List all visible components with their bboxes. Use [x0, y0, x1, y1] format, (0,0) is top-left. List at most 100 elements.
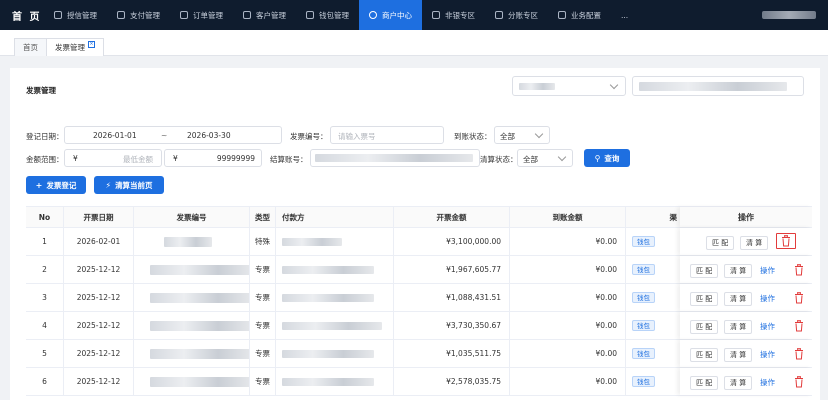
- redacted-value: [282, 294, 374, 302]
- table-row[interactable]: 1 2026-02-01 特殊 ¥3,100,000.00 ¥0.00 钱包 匹 配清 算: [26, 228, 812, 256]
- row-operations: 匹 配清 算: [680, 228, 812, 255]
- table-row[interactable]: 5 2025-12-12 专票 ¥1,035,511.75 ¥0.00 钱包 匹 配清 算操…: [26, 340, 812, 368]
- settlement-account-input[interactable]: [310, 149, 480, 167]
- max-amount-input[interactable]: ¥ 99999999: [164, 149, 262, 167]
- wallet-icon: [306, 11, 314, 19]
- reg-date-label: 登记日期：: [26, 132, 64, 141]
- operate-link[interactable]: 操作: [760, 377, 775, 388]
- redacted-value: [315, 154, 473, 162]
- query-button[interactable]: ⚲ 查询: [584, 149, 630, 167]
- date-end[interactable]: 2026-03-30: [187, 131, 231, 140]
- redacted-value: [150, 293, 249, 303]
- delete-button[interactable]: [794, 348, 804, 360]
- nav-item-customers[interactable]: 客户管理: [233, 0, 296, 30]
- cell-payer: [276, 368, 394, 395]
- nav-item-more[interactable]: ...: [611, 0, 638, 30]
- cell-no: 4: [26, 312, 64, 339]
- table-row[interactable]: 4 2025-12-12 专票 ¥3,730,350.67 ¥0.00 钱包 匹 配清 算操…: [26, 312, 812, 340]
- merchant-name-field[interactable]: [632, 76, 804, 96]
- plus-icon: +: [35, 180, 43, 190]
- register-invoice-button[interactable]: + 发票登记: [26, 176, 86, 194]
- clock-icon: [369, 11, 377, 19]
- operate-link[interactable]: 操作: [760, 265, 775, 276]
- arrival-status-select[interactable]: 全部: [494, 126, 550, 144]
- lightning-icon: ⚡: [105, 180, 112, 190]
- cell-type: 专票: [250, 368, 276, 395]
- col-invoice-no: 发票编号: [134, 207, 250, 227]
- nav-item-merchant-center[interactable]: 商户中心: [359, 0, 422, 30]
- clear-button[interactable]: 清 算: [724, 320, 753, 334]
- clear-button[interactable]: 清 算: [740, 236, 769, 250]
- invoice-no-input[interactable]: 请输入票号: [330, 126, 444, 144]
- match-button[interactable]: 匹 配: [690, 320, 719, 334]
- clear-button[interactable]: 清 算: [724, 376, 753, 390]
- table-body: 1 2026-02-01 特殊 ¥3,100,000.00 ¥0.00 钱包匹 配清 算2…: [26, 228, 812, 396]
- date-range-picker[interactable]: 2026-01-01 ~ 2026-03-30: [64, 126, 282, 144]
- nav-item-wallet[interactable]: 钱包管理: [296, 0, 359, 30]
- cell-no: 1: [26, 228, 64, 255]
- cell-received-amount: ¥0.00: [510, 368, 626, 395]
- match-button[interactable]: 匹 配: [690, 264, 719, 278]
- cell-received-amount: ¥0.00: [510, 284, 626, 311]
- cell-type: 专票: [250, 256, 276, 283]
- operate-link[interactable]: 操作: [760, 293, 775, 304]
- user-account-redacted[interactable]: [762, 11, 816, 19]
- tab-home[interactable]: 首页: [14, 38, 47, 56]
- operate-link[interactable]: 操作: [760, 349, 775, 360]
- clear-current-page-button[interactable]: ⚡ 清算当前页: [94, 176, 164, 194]
- delete-button[interactable]: [794, 264, 804, 276]
- tab-invoice-management[interactable]: 发票管理 ×: [46, 38, 104, 56]
- cell-type: 专票: [250, 340, 276, 367]
- grid-icon: [558, 11, 566, 19]
- nav-item-payment[interactable]: 支付管理: [107, 0, 170, 30]
- delete-button[interactable]: [794, 376, 804, 388]
- merchant-select[interactable]: [512, 76, 626, 96]
- date-start[interactable]: 2026-01-01: [93, 131, 137, 140]
- cell-invoice-amount: ¥1,035,511.75: [394, 340, 510, 367]
- table-row[interactable]: 2 2025-12-12 专票 ¥1,967,605.77 ¥0.00 钱包 匹 配清 算操…: [26, 256, 812, 284]
- min-amount-input[interactable]: ¥ 最低金额: [64, 149, 162, 167]
- search-icon: ⚲: [594, 153, 601, 163]
- operate-link[interactable]: 操作: [760, 321, 775, 332]
- clear-button[interactable]: 清 算: [724, 292, 753, 306]
- cell-received-amount: ¥0.00: [510, 256, 626, 283]
- cell-channel: 钱包: [626, 368, 686, 395]
- clear-button[interactable]: 清 算: [724, 348, 753, 362]
- cell-invoice-amount: ¥3,730,350.67: [394, 312, 510, 339]
- match-button[interactable]: 匹 配: [690, 348, 719, 362]
- cell-received-amount: ¥0.00: [510, 228, 626, 255]
- delete-button[interactable]: [794, 292, 804, 304]
- delete-button[interactable]: [794, 320, 804, 332]
- cell-channel: 钱包: [626, 228, 686, 255]
- nav-home[interactable]: 首 页: [0, 8, 44, 23]
- match-button[interactable]: 匹 配: [690, 292, 719, 306]
- clear-status-select[interactable]: 全部: [517, 149, 573, 167]
- row-operations: 匹 配清 算操作: [680, 284, 812, 311]
- col-type: 类型: [250, 207, 276, 227]
- delete-button[interactable]: [776, 233, 796, 249]
- nav-item-credit[interactable]: 授信管理: [44, 0, 107, 30]
- nav-item-non-bank[interactable]: 非银专区: [422, 0, 485, 30]
- page-tabs-bar: 首页 发票管理 ×: [0, 30, 828, 56]
- cell-type: 专票: [250, 312, 276, 339]
- nav-item-split[interactable]: 分账专区: [485, 0, 548, 30]
- chevron-down-icon: [534, 129, 544, 139]
- wallet-tag: 钱包: [632, 292, 655, 303]
- nav-item-config[interactable]: 业务配置: [548, 0, 611, 30]
- cell-invoice-no: [134, 228, 250, 255]
- cell-channel: 钱包: [626, 284, 686, 311]
- trash-icon: [794, 320, 804, 334]
- match-button[interactable]: 匹 配: [690, 376, 719, 390]
- clear-status-label: 清算状态：: [480, 155, 518, 164]
- match-button[interactable]: 匹 配: [706, 236, 735, 250]
- table-row[interactable]: 6 2025-12-12 专票 ¥2,578,035.75 ¥0.00 钱包 匹 配清 算操…: [26, 368, 812, 396]
- invoice-table: No 开票日期 发票编号 类型 付款方 开票金额 到账金额 渠 操作 1 2026…: [26, 206, 812, 396]
- nav-item-orders[interactable]: 订单管理: [170, 0, 233, 30]
- col-payer: 付款方: [276, 207, 394, 227]
- cell-invoice-no: [134, 368, 250, 395]
- wallet-tag: 钱包: [632, 376, 655, 387]
- redacted-value: [150, 265, 249, 275]
- table-row[interactable]: 3 2025-12-12 专票 ¥1,088,431.51 ¥0.00 钱包 匹 配清 算操…: [26, 284, 812, 312]
- clear-button[interactable]: 清 算: [724, 264, 753, 278]
- close-icon[interactable]: ×: [88, 41, 95, 48]
